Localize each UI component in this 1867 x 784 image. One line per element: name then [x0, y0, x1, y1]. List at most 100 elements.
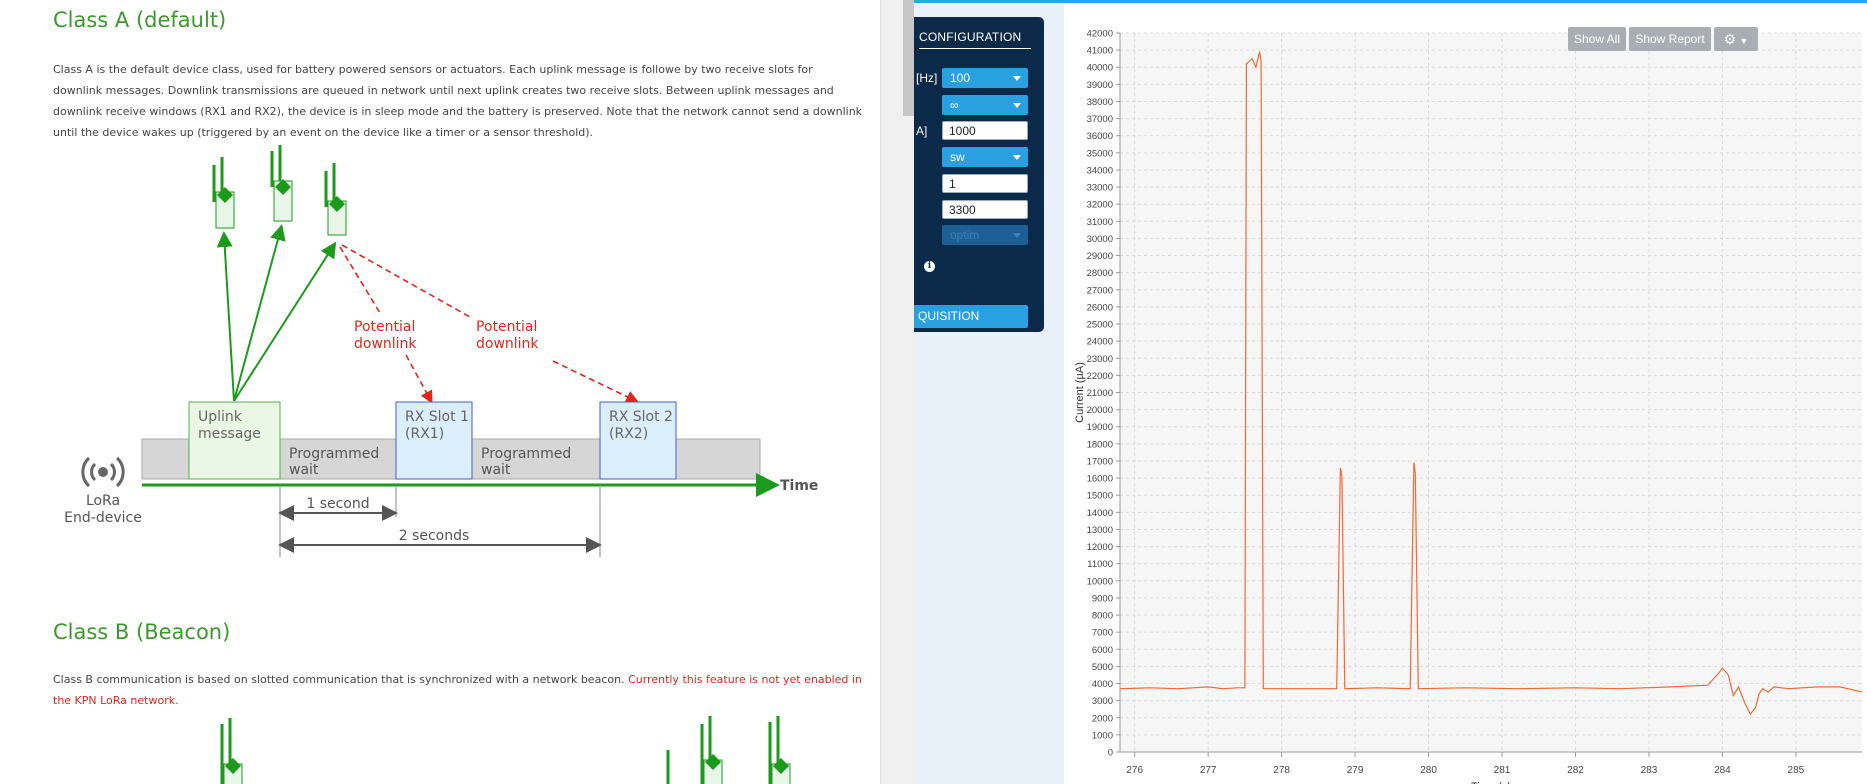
frequency-value: 100 — [950, 71, 971, 85]
y-tick-label: 8000 — [1092, 611, 1113, 622]
x-tick-label: 282 — [1567, 765, 1584, 776]
chevron-down-icon — [1013, 103, 1021, 108]
y-tick-label: 11000 — [1087, 559, 1113, 570]
gateway-icon — [768, 716, 791, 784]
show-all-button[interactable]: Show All — [1568, 27, 1626, 51]
y-tick-label: 39000 — [1087, 80, 1113, 91]
y-tick-label: 27000 — [1087, 285, 1113, 296]
y-tick-label: 15000 — [1087, 491, 1113, 502]
scrollbar-thumb[interactable] — [903, 0, 914, 116]
chevron-down-icon: ▼ — [1739, 36, 1749, 46]
y-tick-label: 42000 — [1087, 29, 1113, 40]
chevron-down-icon — [1013, 233, 1021, 238]
y-tick-label: 34000 — [1087, 165, 1113, 176]
potential-downlink-label: downlink — [476, 336, 539, 352]
time-axis-label: Time — [780, 478, 818, 494]
y-tick-label: 10000 — [1087, 576, 1113, 587]
y-tick-label: 30000 — [1087, 234, 1113, 245]
current-chart-svg: 0 1000 2000 3000 4000 5000 6000 7000 8000 9000 100… — [1074, 29, 1863, 784]
x-tick-label: 280 — [1420, 765, 1437, 776]
mode-select[interactable]: optim — [942, 225, 1028, 245]
class-b-heading: Class B (Beacon) — [53, 620, 231, 644]
rx1-box-label: (RX1) — [405, 426, 444, 442]
start-acquisition-button[interactable]: QUISITION — [914, 305, 1028, 328]
y-tick-label: 9000 — [1092, 593, 1113, 604]
y-tick-label: 14000 — [1087, 508, 1113, 519]
parameter-input[interactable]: 1 — [942, 174, 1028, 193]
y-tick-label: 29000 — [1087, 251, 1113, 262]
duration-value: ∞ — [950, 98, 959, 112]
mode-value: optim — [950, 228, 980, 242]
y-tick-label: 31000 — [1087, 217, 1113, 228]
x-tick-label: 278 — [1273, 765, 1290, 776]
y-tick-label: 1000 — [1092, 730, 1113, 741]
y-tick-label: 23000 — [1087, 354, 1113, 365]
rx2-box-label: RX Slot 2 — [609, 409, 673, 425]
info-icon[interactable]: i — [924, 261, 935, 272]
class-b-paragraph: Class B communication is based on slotte… — [53, 669, 863, 711]
x-tick-label: 285 — [1788, 765, 1805, 776]
two-seconds-label: 2 seconds — [399, 528, 470, 544]
settings-button[interactable]: ⚙ ▼ — [1714, 27, 1758, 51]
range-label: A] — [916, 124, 928, 138]
potential-downlink-label: Potential — [354, 319, 415, 335]
gateway-icon — [324, 163, 347, 236]
x-tick-label: 283 — [1641, 765, 1658, 776]
y-tick-label: 17000 — [1087, 456, 1113, 467]
y-tick-label: 41000 — [1087, 46, 1113, 57]
class-a-heading: Class A (default) — [53, 8, 227, 32]
uplink-box-label: Uplink — [198, 409, 243, 425]
gateway-icon — [220, 718, 243, 784]
wait-label: wait — [289, 462, 319, 478]
device-label: End-device — [64, 510, 142, 526]
frequency-label: [Hz] — [916, 71, 938, 85]
class-b-diagram — [220, 716, 791, 784]
y-tick-label: 0 — [1108, 748, 1113, 759]
y-tick-label: 37000 — [1087, 114, 1113, 125]
current-chart[interactable]: 0 1000 2000 3000 4000 5000 6000 7000 8000 9000 100… — [1064, 3, 1867, 784]
configuration-panel: CONFIGURATION [Hz] 100 ∞ A] 1000 sw 1 33… — [914, 17, 1044, 332]
duration-select[interactable]: ∞ — [942, 95, 1028, 115]
class-a-paragraph: Class A is the default device class, use… — [53, 63, 863, 139]
y-tick-label: 21000 — [1087, 388, 1113, 399]
power-profiler-app: CONFIGURATION [Hz] 100 ∞ A] 1000 sw 1 33… — [914, 0, 1867, 784]
y-axis-title: Current (µA) — [1074, 362, 1086, 423]
trigger-value: sw — [950, 150, 965, 164]
gateway-icon — [666, 716, 723, 784]
y-tick-label: 25000 — [1087, 320, 1113, 331]
y-tick-label: 18000 — [1087, 439, 1113, 450]
y-tick-label: 22000 — [1087, 371, 1113, 382]
one-second-label: 1 second — [306, 496, 369, 512]
potential-downlink-label: downlink — [354, 336, 417, 352]
potential-downlink-label: Potential — [476, 319, 537, 335]
trigger-select[interactable]: sw — [942, 147, 1028, 167]
range-input[interactable]: 1000 — [942, 121, 1028, 140]
y-tick-label: 20000 — [1087, 405, 1113, 416]
x-tick-label: 279 — [1347, 765, 1364, 776]
gateway-icon — [212, 157, 235, 229]
y-tick-label: 5000 — [1092, 662, 1113, 673]
show-report-button[interactable]: Show Report — [1629, 27, 1711, 51]
class-a-diagram: Potential downlink Potential downlink Up… — [64, 145, 818, 557]
x-tick-label: 284 — [1714, 765, 1731, 776]
lora-device-icon — [81, 456, 125, 488]
documentation-page: Class A (default) Class A is the default… — [0, 0, 880, 784]
wait-label: Programmed — [289, 446, 379, 462]
y-tick-label: 3000 — [1092, 696, 1113, 707]
y-tick-label: 6000 — [1092, 645, 1113, 656]
y-tick-label: 36000 — [1087, 131, 1113, 142]
y-tick-label: 13000 — [1087, 525, 1113, 536]
y-tick-label: 38000 — [1087, 97, 1113, 108]
y-tick-label: 16000 — [1087, 474, 1113, 485]
document-scrollbar[interactable] — [880, 0, 915, 784]
y-tick-label: 35000 — [1087, 148, 1113, 159]
y-tick-label: 7000 — [1092, 628, 1113, 639]
y-tick-label: 33000 — [1087, 183, 1113, 194]
x-tick-label: 281 — [1494, 765, 1511, 776]
rx2-box-label: (RX2) — [609, 426, 648, 442]
voltage-input[interactable]: 3300 — [942, 200, 1028, 219]
rx1-box-label: RX Slot 1 — [405, 409, 469, 425]
frequency-select[interactable]: 100 — [942, 68, 1028, 88]
class-b-text: Class B communication is based on slotte… — [53, 673, 629, 686]
wait-label: wait — [481, 462, 511, 478]
